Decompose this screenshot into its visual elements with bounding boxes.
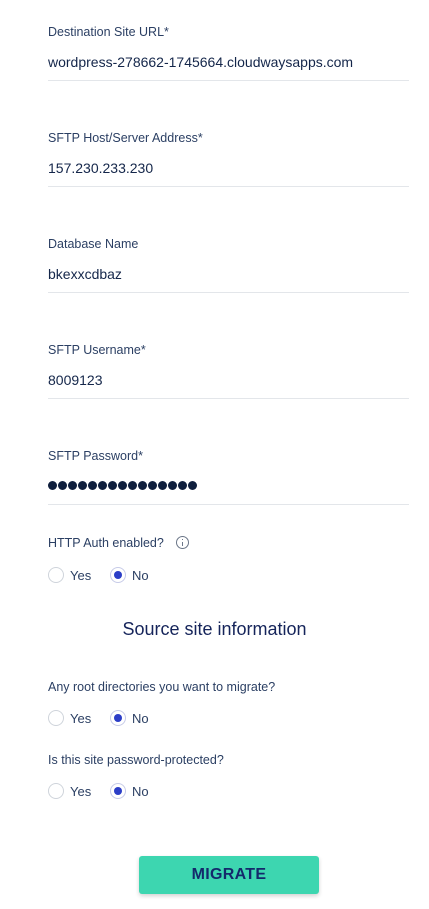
sftp-password-field[interactable]: SFTP Password*	[48, 449, 409, 505]
radio-unchecked-icon[interactable]	[48, 567, 64, 583]
password-mask-dot	[148, 481, 157, 490]
root-directories-no-radio[interactable]: No	[110, 709, 149, 727]
password-protected-yes-radio[interactable]: Yes	[48, 782, 91, 800]
password-mask-dot	[138, 481, 147, 490]
password-mask-dot	[168, 481, 177, 490]
sftp-password-input[interactable]	[48, 481, 197, 490]
destination-site-url-input[interactable]: wordpress-278662-1745664.cloudwaysapps.c…	[48, 54, 353, 70]
sftp-host-field[interactable]: SFTP Host/Server Address* 157.230.233.23…	[48, 131, 409, 187]
sftp-host-input[interactable]: 157.230.233.230	[48, 160, 153, 176]
destination-site-url-field[interactable]: Destination Site URL* wordpress-278662-1…	[48, 25, 409, 81]
password-mask-dot	[48, 481, 57, 490]
destination-site-url-label: Destination Site URL*	[48, 25, 169, 39]
http-auth-no-label: No	[132, 567, 149, 583]
root-directories-yes-radio[interactable]: Yes	[48, 709, 91, 727]
sftp-username-input[interactable]: 8009123	[48, 372, 103, 388]
sftp-username-label: SFTP Username*	[48, 343, 146, 357]
password-mask-dot	[128, 481, 137, 490]
password-protected-no-label: No	[132, 783, 149, 799]
radio-unchecked-icon[interactable]	[48, 783, 64, 799]
http-auth-question: HTTP Auth enabled?	[48, 536, 164, 550]
source-site-information-heading: Source site information	[122, 619, 307, 639]
password-protected-question: Is this site password-protected?	[48, 753, 224, 767]
http-auth-yes-label: Yes	[70, 567, 92, 583]
database-name-input[interactable]: bkexxcdbaz	[48, 266, 122, 282]
password-mask-dot	[88, 481, 97, 490]
password-mask-dot	[108, 481, 117, 490]
migrate-button[interactable]: MIGRATE	[139, 856, 319, 894]
password-mask-dot	[58, 481, 67, 490]
radio-checked-icon[interactable]	[110, 567, 126, 583]
password-mask-dot	[68, 481, 77, 490]
database-name-label: Database Name	[48, 237, 139, 251]
sftp-host-label: SFTP Host/Server Address*	[48, 131, 203, 145]
radio-unchecked-icon[interactable]	[48, 710, 64, 726]
http-auth-yes-radio[interactable]: Yes	[48, 566, 91, 584]
password-mask-dot	[188, 481, 197, 490]
password-protected-yes-label: Yes	[70, 783, 92, 799]
http-auth-no-radio[interactable]: No	[110, 566, 149, 584]
radio-checked-icon[interactable]	[110, 710, 126, 726]
root-directories-no-label: No	[132, 710, 149, 726]
password-mask-dot	[78, 481, 87, 490]
password-protected-no-radio[interactable]: No	[110, 782, 149, 800]
password-mask-dot	[178, 481, 187, 490]
radio-checked-icon[interactable]	[110, 783, 126, 799]
info-icon[interactable]	[176, 536, 189, 549]
root-directories-question: Any root directories you want to migrate…	[48, 680, 276, 694]
sftp-password-label: SFTP Password*	[48, 449, 143, 463]
password-mask-dot	[158, 481, 167, 490]
password-mask-dot	[98, 481, 107, 490]
password-mask-dot	[118, 481, 127, 490]
root-directories-yes-label: Yes	[70, 710, 92, 726]
sftp-username-field[interactable]: SFTP Username* 8009123	[48, 343, 409, 399]
database-name-field[interactable]: Database Name bkexxcdbaz	[48, 237, 409, 293]
